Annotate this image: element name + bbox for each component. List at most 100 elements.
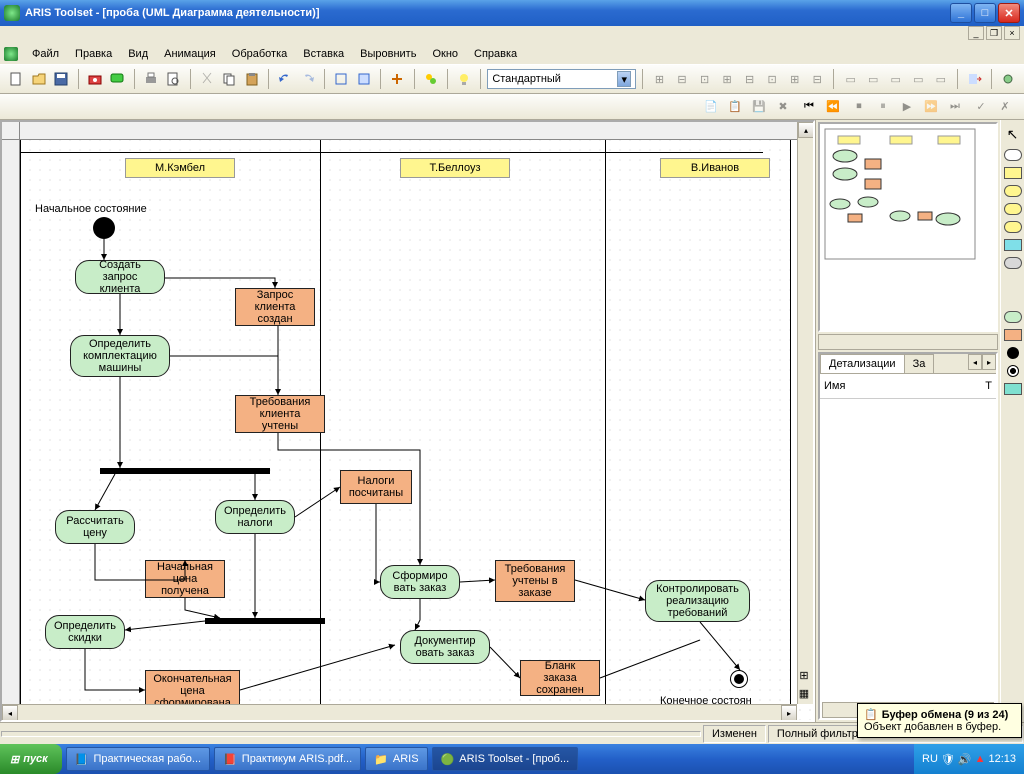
pb-x[interactable]: ✖ bbox=[772, 96, 794, 118]
palette-ellipse-green[interactable] bbox=[1004, 311, 1022, 323]
menu-file[interactable]: Файл bbox=[24, 46, 67, 62]
align-2[interactable]: ⊟ bbox=[672, 68, 693, 90]
tray-clock[interactable]: 12:13 bbox=[988, 753, 1016, 765]
tray-icon-3[interactable]: ▲ bbox=[975, 753, 986, 765]
palette-rect-teal[interactable] bbox=[1004, 383, 1022, 395]
activity-form-order[interactable]: Сформиро вать заказ bbox=[380, 565, 460, 599]
pb-copy1[interactable]: 📄 bbox=[700, 96, 722, 118]
camera-button[interactable] bbox=[85, 68, 106, 90]
palette-ellipse-y3[interactable] bbox=[1004, 221, 1022, 233]
task-1[interactable]: 📘Практическая рабо... bbox=[66, 747, 210, 771]
minimap-scroll[interactable] bbox=[818, 334, 998, 350]
swimlane-3-label[interactable]: В.Иванов bbox=[660, 158, 770, 178]
menu-align[interactable]: Выровнить bbox=[352, 46, 424, 62]
pb-fwd-end[interactable]: ⏭ bbox=[944, 96, 966, 118]
align-4[interactable]: ⊞ bbox=[717, 68, 738, 90]
pb-fwd[interactable]: ⏩ bbox=[920, 96, 942, 118]
palette-ellipse-y2[interactable] bbox=[1004, 203, 1022, 215]
palette-pointer[interactable]: ↖ bbox=[1007, 126, 1019, 143]
pb-cross[interactable]: ✗ bbox=[994, 96, 1016, 118]
menu-help[interactable]: Справка bbox=[466, 46, 525, 62]
maximize-button[interactable]: □ bbox=[974, 3, 996, 23]
fork-bar-1[interactable] bbox=[100, 468, 270, 474]
pb-copy2[interactable]: 📋 bbox=[724, 96, 746, 118]
tool-b[interactable] bbox=[354, 68, 375, 90]
tab-za[interactable]: За bbox=[904, 354, 935, 373]
object-order-saved[interactable]: Бланк заказа сохранен bbox=[520, 660, 600, 696]
task-4[interactable]: 🟢ARIS Toolset - [проб... bbox=[432, 747, 579, 771]
tool-a[interactable] bbox=[331, 68, 352, 90]
activity-calc-price[interactable]: Рассчитать цену bbox=[55, 510, 135, 544]
clipboard-balloon[interactable]: 📋Буфер обмена (9 из 24) Объект добавлен … bbox=[857, 703, 1022, 738]
pb-rewind[interactable]: ⏪ bbox=[822, 96, 844, 118]
palette-rect-yellow[interactable] bbox=[1004, 167, 1022, 179]
zoom-tool-2[interactable]: ▦ bbox=[795, 684, 813, 702]
group-5[interactable]: ▭ bbox=[931, 68, 952, 90]
pb-save[interactable]: 💾 bbox=[748, 96, 770, 118]
tab-detail[interactable]: Детализации bbox=[820, 354, 905, 373]
menu-edit[interactable]: Правка bbox=[67, 46, 120, 62]
mdi-minimize[interactable]: _ bbox=[968, 26, 984, 40]
swimlane-2-label[interactable]: Т.Беллоуз bbox=[400, 158, 510, 178]
tray-icon-2[interactable]: 🔊 bbox=[958, 753, 972, 766]
activity-define-config[interactable]: Определить комплектацию машины bbox=[70, 335, 170, 377]
tab-next[interactable]: ▸ bbox=[982, 354, 996, 370]
new-button[interactable] bbox=[6, 68, 27, 90]
copy-button[interactable] bbox=[219, 68, 240, 90]
activity-define-discount[interactable]: Определить скидки bbox=[45, 615, 125, 649]
align-8[interactable]: ⊟ bbox=[807, 68, 828, 90]
tab-prev[interactable]: ◂ bbox=[968, 354, 982, 370]
redo-button[interactable] bbox=[298, 68, 319, 90]
align-1[interactable]: ⊞ bbox=[649, 68, 670, 90]
tray-icon-1[interactable]: 🛡 bbox=[941, 753, 955, 766]
palette-rect-cyan[interactable] bbox=[1004, 239, 1022, 251]
initial-node[interactable] bbox=[93, 217, 115, 239]
palette-rect-orange[interactable] bbox=[1004, 329, 1022, 341]
object-init-price[interactable]: Начальная цена получена bbox=[145, 560, 225, 598]
save-button[interactable] bbox=[51, 68, 72, 90]
object-reqs-in-order[interactable]: Требования учтены в заказе bbox=[495, 560, 575, 602]
align-6[interactable]: ⊡ bbox=[762, 68, 783, 90]
ruler-horizontal[interactable] bbox=[20, 122, 813, 140]
align-3[interactable]: ⊡ bbox=[694, 68, 715, 90]
chat-button[interactable] bbox=[107, 68, 128, 90]
pb-play[interactable]: ▶ bbox=[896, 96, 918, 118]
pb-rewind-start[interactable]: ⏮ bbox=[798, 96, 820, 118]
minimize-button[interactable]: _ bbox=[950, 3, 972, 23]
object-reqs-noted[interactable]: Требования клиента учтены bbox=[235, 395, 325, 433]
final-node[interactable] bbox=[730, 670, 748, 688]
tool-d[interactable] bbox=[420, 68, 441, 90]
zoom-tool-1[interactable]: ⊞ bbox=[795, 666, 813, 684]
activity-control-impl[interactable]: Контролировать реализацию требований bbox=[645, 580, 750, 622]
close-button[interactable]: ✕ bbox=[998, 3, 1020, 23]
style-combo[interactable]: Стандартный ▾ bbox=[487, 69, 636, 89]
swimlane-1-label[interactable]: М.Кэмбел bbox=[125, 158, 235, 178]
system-tray[interactable]: RU 🛡 🔊 ▲ 12:13 bbox=[914, 744, 1024, 774]
palette-ellipse-y1[interactable] bbox=[1004, 185, 1022, 197]
menu-view[interactable]: Вид bbox=[120, 46, 156, 62]
minimap[interactable] bbox=[818, 122, 998, 332]
tool-exit[interactable] bbox=[964, 68, 985, 90]
lang-indicator[interactable]: RU bbox=[922, 753, 938, 765]
palette-ellipse-gray[interactable] bbox=[1004, 257, 1022, 269]
object-tax-calc[interactable]: Налоги посчитаны bbox=[340, 470, 412, 504]
preview-button[interactable] bbox=[163, 68, 184, 90]
pb-pause[interactable]: ⏸ bbox=[872, 96, 894, 118]
pb-stop[interactable]: ⏹ bbox=[848, 96, 870, 118]
object-request-created[interactable]: Запрос клиента создан bbox=[235, 288, 315, 326]
canvas-scroll-h[interactable]: ◂▸ bbox=[2, 704, 797, 720]
activity-define-tax[interactable]: Определить налоги bbox=[215, 500, 295, 534]
tool-c[interactable] bbox=[387, 68, 408, 90]
paste-button[interactable] bbox=[242, 68, 263, 90]
ruler-vertical[interactable] bbox=[2, 140, 20, 720]
canvas-scroll-v[interactable]: ▴ bbox=[797, 122, 813, 704]
activity-document-order[interactable]: Документир овать заказ bbox=[400, 630, 490, 664]
task-2[interactable]: 📕Практикум ARIS.pdf... bbox=[214, 747, 361, 771]
menu-anim[interactable]: Анимация bbox=[156, 46, 224, 62]
print-button[interactable] bbox=[141, 68, 162, 90]
pb-check[interactable]: ✓ bbox=[970, 96, 992, 118]
align-5[interactable]: ⊟ bbox=[739, 68, 760, 90]
diagram-canvas[interactable]: М.Кэмбел Т.Беллоуз В.Иванов Начальное со… bbox=[20, 140, 813, 720]
undo-button[interactable] bbox=[275, 68, 296, 90]
group-4[interactable]: ▭ bbox=[908, 68, 929, 90]
